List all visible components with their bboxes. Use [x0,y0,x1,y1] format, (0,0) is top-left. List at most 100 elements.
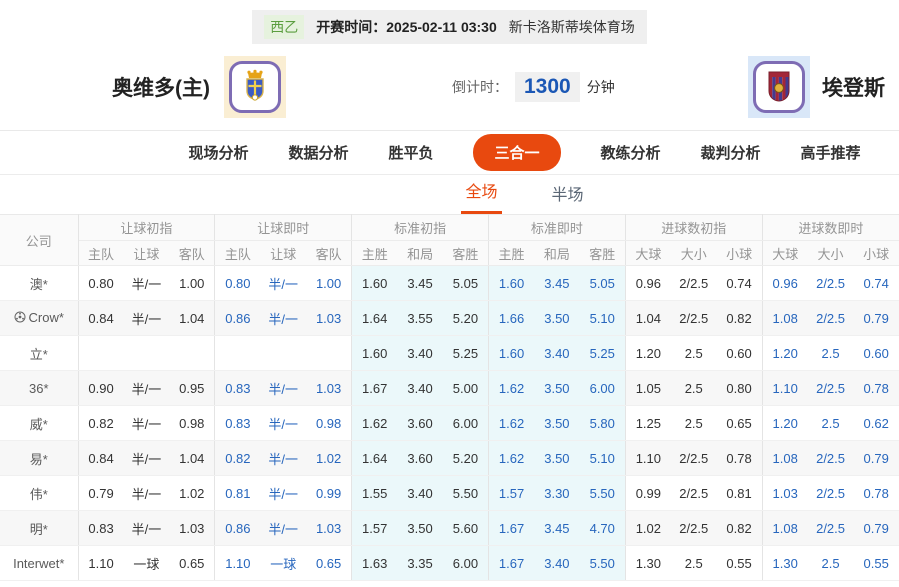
home-team-name: 奥维多(主) [112,72,210,102]
odds-cell: 1.03 [306,371,352,406]
subtab-2[interactable]: 半场 [548,172,588,214]
period-subtabs: 全场半场 [461,175,587,214]
odds-cell: 半/一 [260,371,306,406]
company-name[interactable]: 澳* [0,266,78,301]
column-group-header-5: 进球数初指 [625,215,762,241]
odds-cell: 半/一 [260,406,306,441]
countdown-unit: 分钟 [587,77,615,97]
odds-cell: 0.83 [78,511,124,546]
odds-cell: 1.64 [352,301,398,336]
odds-cell: 1.64 [352,441,398,476]
company-name[interactable]: Crow* [0,301,78,336]
odds-row: 澳*0.80半/一1.000.80半/一1.001.603.455.051.60… [0,266,899,301]
odds-cell: 0.90 [78,371,124,406]
odds-cell: 0.96 [762,266,808,301]
odds-cell: 0.80 [717,371,763,406]
column-header-5-1: 大球 [625,241,671,266]
odds-cell: 5.00 [443,371,489,406]
odds-cell: 3.40 [534,336,580,371]
odds-cell: 2/2.5 [808,266,854,301]
odds-cell [169,336,215,371]
odds-cell: 1.10 [762,371,808,406]
subtab-1[interactable]: 全场 [461,169,501,214]
odds-cell: 半/一 [124,371,170,406]
company-name[interactable]: 立* [0,336,78,371]
odds-cell: 0.65 [169,546,215,581]
tab-1[interactable]: 现场分析 [188,142,248,163]
column-header-3-1: 主胜 [352,241,398,266]
column-header-3-3: 客胜 [443,241,489,266]
company-name[interactable]: 威* [0,406,78,441]
odds-cell: 1.60 [352,336,398,371]
odds-cell: 1.60 [352,266,398,301]
odds-cell: 半/一 [260,266,306,301]
odds-cell: 1.62 [488,406,534,441]
odds-cell: 2/2.5 [671,511,717,546]
odds-cell [306,336,352,371]
odds-cell: 5.05 [443,266,489,301]
odds-cell: 2/2.5 [671,441,717,476]
period-subtabs-bar: 全场半场 [0,174,899,214]
odds-cell: 1.67 [488,546,534,581]
odds-cell: 半/一 [124,476,170,511]
column-header-6-2: 大小 [808,241,854,266]
column-header-1-3: 客队 [169,241,215,266]
company-name[interactable]: 伟* [0,476,78,511]
home-crest-icon [229,61,281,113]
column-header-5-3: 小球 [717,241,763,266]
odds-cell: 2/2.5 [808,371,854,406]
odds-cell: 3.50 [534,406,580,441]
odds-cell: 0.80 [78,266,124,301]
odds-cell: 0.80 [215,266,261,301]
odds-cell: 3.40 [397,336,443,371]
odds-cell: 0.96 [625,266,671,301]
column-group-header-4: 标准即时 [488,215,625,241]
odds-cell: 半/一 [124,406,170,441]
odds-cell: 0.79 [78,476,124,511]
tab-3[interactable]: 胜平负 [388,142,433,163]
odds-cell: 1.10 [625,441,671,476]
odds-cell: 一球 [260,546,306,581]
odds-cell: 0.82 [717,301,763,336]
column-group-header-6: 进球数即时 [762,215,899,241]
odds-cell: 1.03 [306,511,352,546]
odds-cell: 0.55 [717,546,763,581]
company-name[interactable]: 易* [0,441,78,476]
odds-cell: 1.20 [762,336,808,371]
odds-cell: 1.02 [306,441,352,476]
odds-cell: 2.5 [808,406,854,441]
odds-cell: 1.08 [762,511,808,546]
odds-cell: 3.30 [534,476,580,511]
tab-2[interactable]: 数据分析 [288,142,348,163]
odds-cell: 0.74 [717,266,763,301]
company-name[interactable]: 36* [0,371,78,406]
odds-cell: 1.57 [352,511,398,546]
odds-cell: 2.5 [671,371,717,406]
away-team: 埃登斯 [748,56,885,118]
odds-cell: 1.02 [169,476,215,511]
odds-cell: 0.83 [215,371,261,406]
league-badge[interactable]: 西乙 [264,15,304,39]
column-header-4-3: 客胜 [580,241,626,266]
odds-cell: 半/一 [260,476,306,511]
tab-4[interactable]: 三合一 [473,134,560,171]
odds-cell: 3.45 [534,266,580,301]
odds-cell: 0.99 [306,476,352,511]
tab-7[interactable]: 高手推荐 [801,142,861,163]
odds-cell: 半/一 [260,301,306,336]
odds-cell: 1.62 [488,371,534,406]
odds-cell: 1.00 [306,266,352,301]
company-name[interactable]: Interwet* [0,546,78,581]
column-header-6-3: 小球 [853,241,899,266]
tab-6[interactable]: 裁判分析 [701,142,761,163]
odds-cell: 半/一 [124,301,170,336]
odds-cell: 0.79 [853,441,899,476]
column-header-6-1: 大球 [762,241,808,266]
company-name[interactable]: 明* [0,511,78,546]
tab-5[interactable]: 教练分析 [601,142,661,163]
odds-cell: 1.30 [625,546,671,581]
odds-cell: 2.5 [808,336,854,371]
odds-cell: 0.84 [78,301,124,336]
odds-cell: 5.05 [580,266,626,301]
odds-cell: 6.00 [443,546,489,581]
